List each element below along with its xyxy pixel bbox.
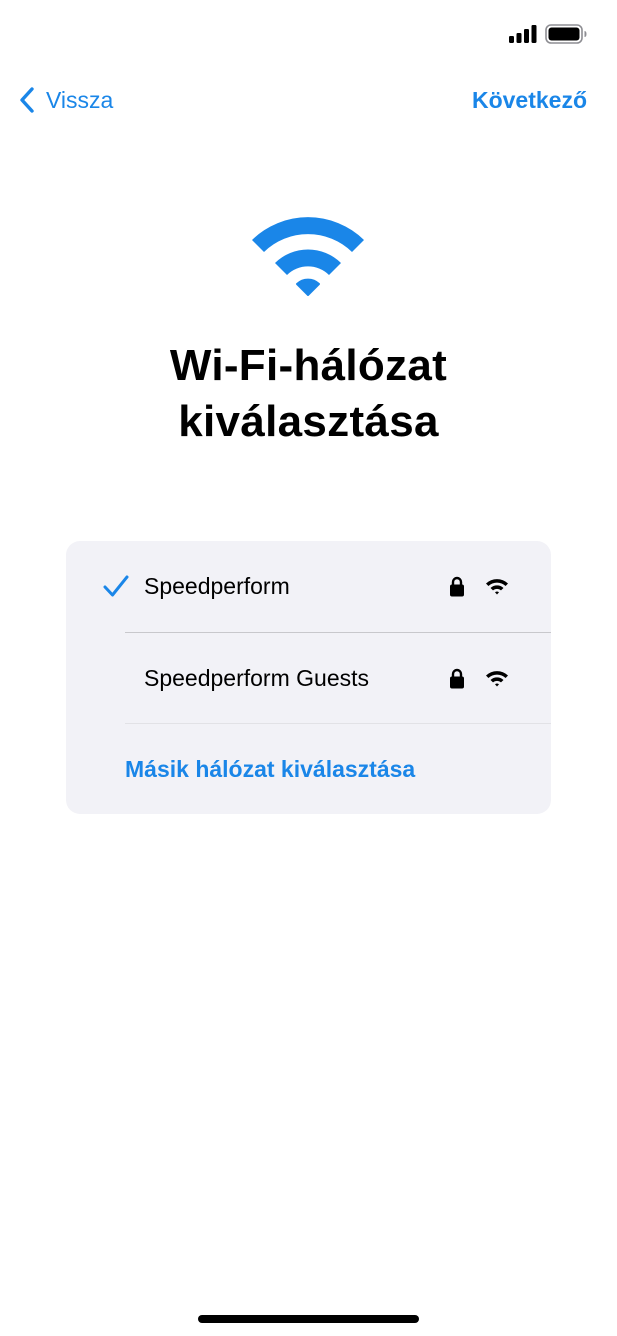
network-name: Speedperform [144,573,290,599]
network-row-speedperform[interactable]: Speedperform [66,541,551,632]
wifi-icon [486,671,508,687]
network-list: Speedperform Speedperform Guests Másik h… [66,541,551,814]
checkmark-icon [103,575,129,597]
lock-icon [450,576,464,597]
back-button[interactable]: Vissza [18,78,113,122]
wifi-icon [252,217,364,296]
network-name: Speedperform Guests [144,665,370,691]
page-title: Wi-Fi-hálózat kiválasztása [0,338,617,450]
battery-icon [545,24,587,44]
wifi-icon [486,579,508,595]
cellular-signal-icon [509,25,537,43]
page-title-line-2: kiválasztása [178,397,439,446]
lock-icon [450,668,464,689]
page-title-line-1: Wi-Fi-hálózat [169,341,448,390]
back-button-label: Vissza [46,86,114,113]
navigation-bar: Vissza Következő [0,78,617,122]
next-button[interactable]: Következő [472,78,587,122]
network-row-speedperform-guests[interactable]: Speedperform Guests [66,633,551,724]
choose-other-network-button[interactable]: Másik hálózat kiválasztása [125,724,551,814]
chevron-left-icon [20,87,34,113]
home-indicator[interactable] [198,1315,419,1323]
status-bar [0,0,617,60]
